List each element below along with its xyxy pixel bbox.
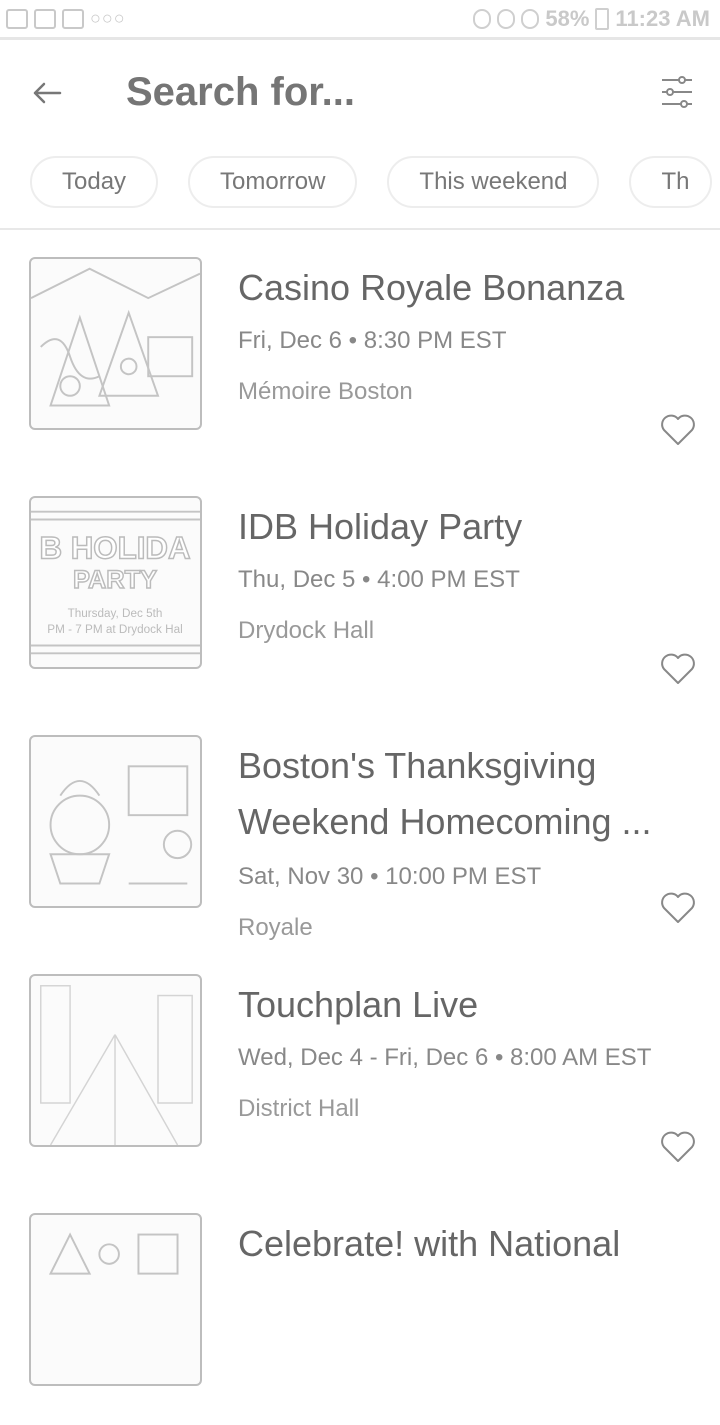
settings-notification-icon [34,8,56,29]
event-card[interactable]: B HOLIDA PARTY Thursday, Dec 5th PM - 7 … [0,469,720,708]
thanksgiving-turkey-illustration [49,765,193,885]
event-card[interactable]: Boston's Thanksgiving Weekend Homecoming… [0,708,720,947]
event-image [29,257,202,430]
sliders-icon[interactable] [660,74,694,110]
heart-outline-icon[interactable] [660,413,696,447]
event-date: Fri, Dec 6 • 8:30 PM EST [238,327,507,354]
event-card[interactable]: Celebrate! with National [0,1186,720,1425]
event-date: Thu, Dec 5 • 4:00 PM EST [238,566,520,593]
search-input[interactable] [126,70,606,114]
event-title[interactable]: Touchplan Live [238,977,698,1033]
celebration-illustration [48,1232,179,1275]
status-bar: ○○○ 58% 11:23 AM [0,0,720,40]
gallery-notification-icon [6,8,28,29]
event-card[interactable]: Casino Royale Bonanza Fri, Dec 6 • 8:30 … [0,230,720,469]
event-date: Wed, Dec 4 - Fri, Dec 6 • 8:00 AM EST [238,1044,652,1071]
poster-line-2: PARTY [73,566,157,594]
holiday-party-poster: B HOLIDA PARTY Thursday, Dec 5th PM - 7 … [31,510,200,655]
heart-outline-icon[interactable] [660,891,696,925]
wifi-icon [497,9,516,29]
event-title[interactable]: Casino Royale Bonanza [238,260,698,316]
notification-icons: ○○○ [6,8,126,29]
chip-this-weekend[interactable]: This weekend [387,156,600,208]
chip-this-week[interactable]: Th [629,156,712,208]
chip-today[interactable]: Today [30,156,159,208]
date-filter-chips: Today Tomorrow This weekend Th [30,156,712,208]
battery-percent: 58% [545,6,590,31]
event-venue: Drydock Hall [238,617,375,644]
poster-line-4: PM - 7 PM at Drydock Hal [47,623,182,636]
event-title[interactable]: Boston's Thanksgiving Weekend Homecoming… [238,738,698,850]
event-date: Sat, Nov 30 • 10:00 PM EST [238,863,542,890]
casino-illustration [31,267,200,407]
event-image [29,1213,202,1386]
chip-tomorrow[interactable]: Tomorrow [188,156,358,208]
heart-outline-icon[interactable] [660,652,696,686]
signal-icon [521,9,540,29]
event-image: B HOLIDA PARTY Thursday, Dec 5th PM - 7 … [29,496,202,669]
poster-line-1: B HOLIDA [39,531,190,566]
more-notifications-icon: ○○○ [90,8,126,28]
poster-line-3: Thursday, Dec 5th [68,607,163,620]
cityscape-photo [40,985,193,1145]
bluetooth-icon [473,9,492,29]
app-notification-icon [62,8,84,29]
heart-outline-icon[interactable] [660,1130,696,1164]
arrow-left-icon[interactable] [30,76,64,110]
clock: 11:23 AM [615,6,710,31]
battery-icon [595,8,610,30]
event-card[interactable]: Touchplan Live Wed, Dec 4 - Fri, Dec 6 •… [0,947,720,1186]
event-title[interactable]: Celebrate! with National [238,1216,698,1272]
event-venue: Royale [238,914,313,941]
event-venue: Mémoire Boston [238,378,413,405]
status-icons: 58% 11:23 AM [473,6,710,32]
event-title[interactable]: IDB Holiday Party [238,499,698,555]
event-image [29,735,202,908]
event-venue: District Hall [238,1095,360,1122]
event-image [29,974,202,1147]
search-header: Today Tomorrow This weekend Th [0,44,720,230]
